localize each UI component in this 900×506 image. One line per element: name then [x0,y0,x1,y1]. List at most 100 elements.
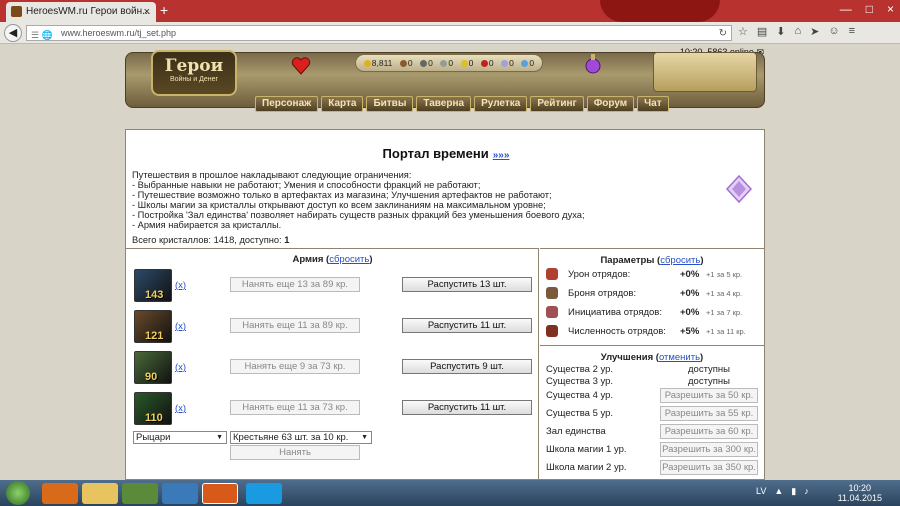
unit-row: 90 (x) Нанять еще 9 за 73 кр. Распустить 9 … [134,351,534,385]
start-button[interactable] [6,481,30,505]
upgrade-label: Зал единства [546,426,606,437]
send-icon[interactable]: ➤ [810,25,819,38]
unlock-button[interactable]: Разрешить за 300 кр. [660,442,758,457]
address-bar[interactable]: ☰ 🌐 www.heroeswm.ru/tj_set.php ↻ [26,25,732,41]
hire-more-button[interactable]: Нанять еще 11 за 89 кр. [230,318,360,333]
faction-select-value: Рыцари [136,432,171,443]
media-player-icon[interactable] [42,483,78,504]
params-reset-link[interactable]: сбросить [660,255,700,266]
param-value: +0% [680,307,700,318]
army-reset-link[interactable]: сбросить [329,254,369,265]
network-icon[interactable]: ▮ [791,486,796,497]
upgrade-label: Существа 4 ур. [546,390,614,401]
health-heart-icon [291,57,311,75]
volume-icon[interactable]: ♪ [804,486,809,497]
restriction-line: - Путешествие возможно только в артефакт… [132,190,552,200]
dismiss-button[interactable]: Распустить 11 шт. [402,318,532,333]
param-icon [546,268,558,280]
minecraft-icon[interactable] [122,483,158,504]
param-icon [546,306,558,318]
menu-item[interactable]: Персонаж [255,96,319,112]
hire-more-button[interactable]: Нанять еще 11 за 73 кр. [230,400,360,415]
params-section: Параметры (сбросить) Урон отрядов: +0% +1 … [540,248,764,345]
file-explorer-icon[interactable] [82,483,118,504]
unlock-button[interactable]: Разрешить за 60 кр. [660,424,758,439]
creature-select[interactable]: Крестьяне 63 шт. за 10 кр. ▼ [230,431,372,444]
download-icon[interactable]: ⬇ [776,25,785,38]
remove-unit-link[interactable]: (x) [175,280,186,291]
page-title: Портал времени »»» [126,146,766,161]
tray-arrow-icon[interactable]: ▲ [774,486,783,497]
restriction-line: - Школы магии за кристаллы открывают дос… [132,200,546,210]
param-label: Инициатива отрядов: [568,307,662,318]
mana-potion-icon [585,54,601,74]
dismiss-button[interactable]: Распустить 13 шт. [402,277,532,292]
reload-icon[interactable]: ↻ [719,27,727,41]
remove-unit-link[interactable]: (x) [175,362,186,373]
menu-item[interactable]: Чат [637,96,669,112]
system-clock[interactable]: 10:20 11.04.2015 [838,483,882,503]
address-text: www.heroeswm.ru/tj_set.php [61,28,177,38]
home-icon[interactable]: ⌂ [795,25,802,38]
main-menu: Персонаж Карта Битвы Таверна Рулетка Рейтинг Ф… [255,96,669,112]
star-icon[interactable]: ☆ [738,25,748,38]
game-logo[interactable]: Герои Войны и Денег [151,50,237,96]
hire-more-button[interactable]: Нанять еще 9 за 73 кр. [230,359,360,374]
unlock-button[interactable]: Разрешить за 50 кр. [660,388,758,403]
dismiss-button[interactable]: Распустить 9 шт. [402,359,532,374]
firefox-icon[interactable] [202,483,238,504]
logo-subtitle: Войны и Денег [169,76,219,83]
param-value: +0% [680,269,700,280]
param-value: +5% [680,326,700,337]
upgrade-row: Существа 4 ур. Разрешить за 50 кр. [546,388,762,404]
faction-select[interactable]: Рыцари ▼ [133,431,227,444]
window-controls: — □ × [840,2,894,16]
portal-panel: Портал времени »»» Путешествия в прошлое … [125,129,765,480]
resource-item: 0 [521,58,534,68]
close-window-button[interactable]: × [887,2,894,16]
hire-more-button[interactable]: Нанять еще 13 за 89 кр. [230,277,360,292]
hire-button[interactable]: Нанять [230,445,360,460]
new-tab-button[interactable]: + [160,2,168,18]
windows-taskbar: LV ▲ ▮ ♪ 10:20 11.04.2015 [0,480,900,506]
castle-banner-image [653,52,757,92]
minimize-button[interactable]: — [840,2,852,16]
remove-unit-link[interactable]: (x) [175,403,186,414]
menu-item[interactable]: Рейтинг [530,96,584,112]
unit-count: 110 [145,412,163,424]
remove-unit-link[interactable]: (x) [175,321,186,332]
resource-item: 0 [480,58,494,68]
dismiss-button[interactable]: Распустить 11 шт. [402,400,532,415]
unlock-button[interactable]: Разрешить за 350 кр. [660,460,758,475]
language-indicator[interactable]: LV [756,486,766,497]
browser-theme-decoration [600,0,720,22]
back-button[interactable]: ◀ [4,24,22,42]
browser-tab[interactable]: HeroesWM.ru Герои войн... × [6,2,156,22]
resource-item: 0 [399,58,413,68]
resource-value: 8,811 [371,58,393,68]
steam-icon[interactable] [162,483,198,504]
chevron-down-icon: ▼ [216,434,223,441]
menu-item[interactable]: Форум [586,96,635,112]
diamond-icon [521,60,529,67]
resource-value: 0 [468,58,474,68]
bookmarks-icon[interactable]: ▤ [757,25,767,38]
skype-icon[interactable] [246,483,282,504]
army-heading: Армия (сбросить) [292,254,373,265]
maximize-button[interactable]: □ [866,2,873,16]
ore-icon [420,60,428,67]
unit-count: 143 [145,289,164,301]
menu-item[interactable]: Рулетка [474,96,528,112]
portal-more-link[interactable]: »»» [493,150,510,161]
tab-close-icon[interactable]: × [144,2,150,22]
browser-tab-bar: HeroesWM.ru Герои войн... × + — □ × [0,0,900,22]
unlock-button[interactable]: Разрешить за 55 кр. [660,406,758,421]
page-info-icon[interactable]: ☰ 🌐 [31,28,53,42]
menu-item[interactable]: Битвы [366,96,414,112]
menu-icon[interactable]: ≡ [849,25,855,38]
chat-icon[interactable]: ☺ [828,25,839,38]
upgrade-label: Существа 5 ур. [546,408,614,419]
resource-item: 0 [460,58,474,68]
menu-item[interactable]: Таверна [416,96,472,112]
menu-item[interactable]: Карта [321,96,364,112]
